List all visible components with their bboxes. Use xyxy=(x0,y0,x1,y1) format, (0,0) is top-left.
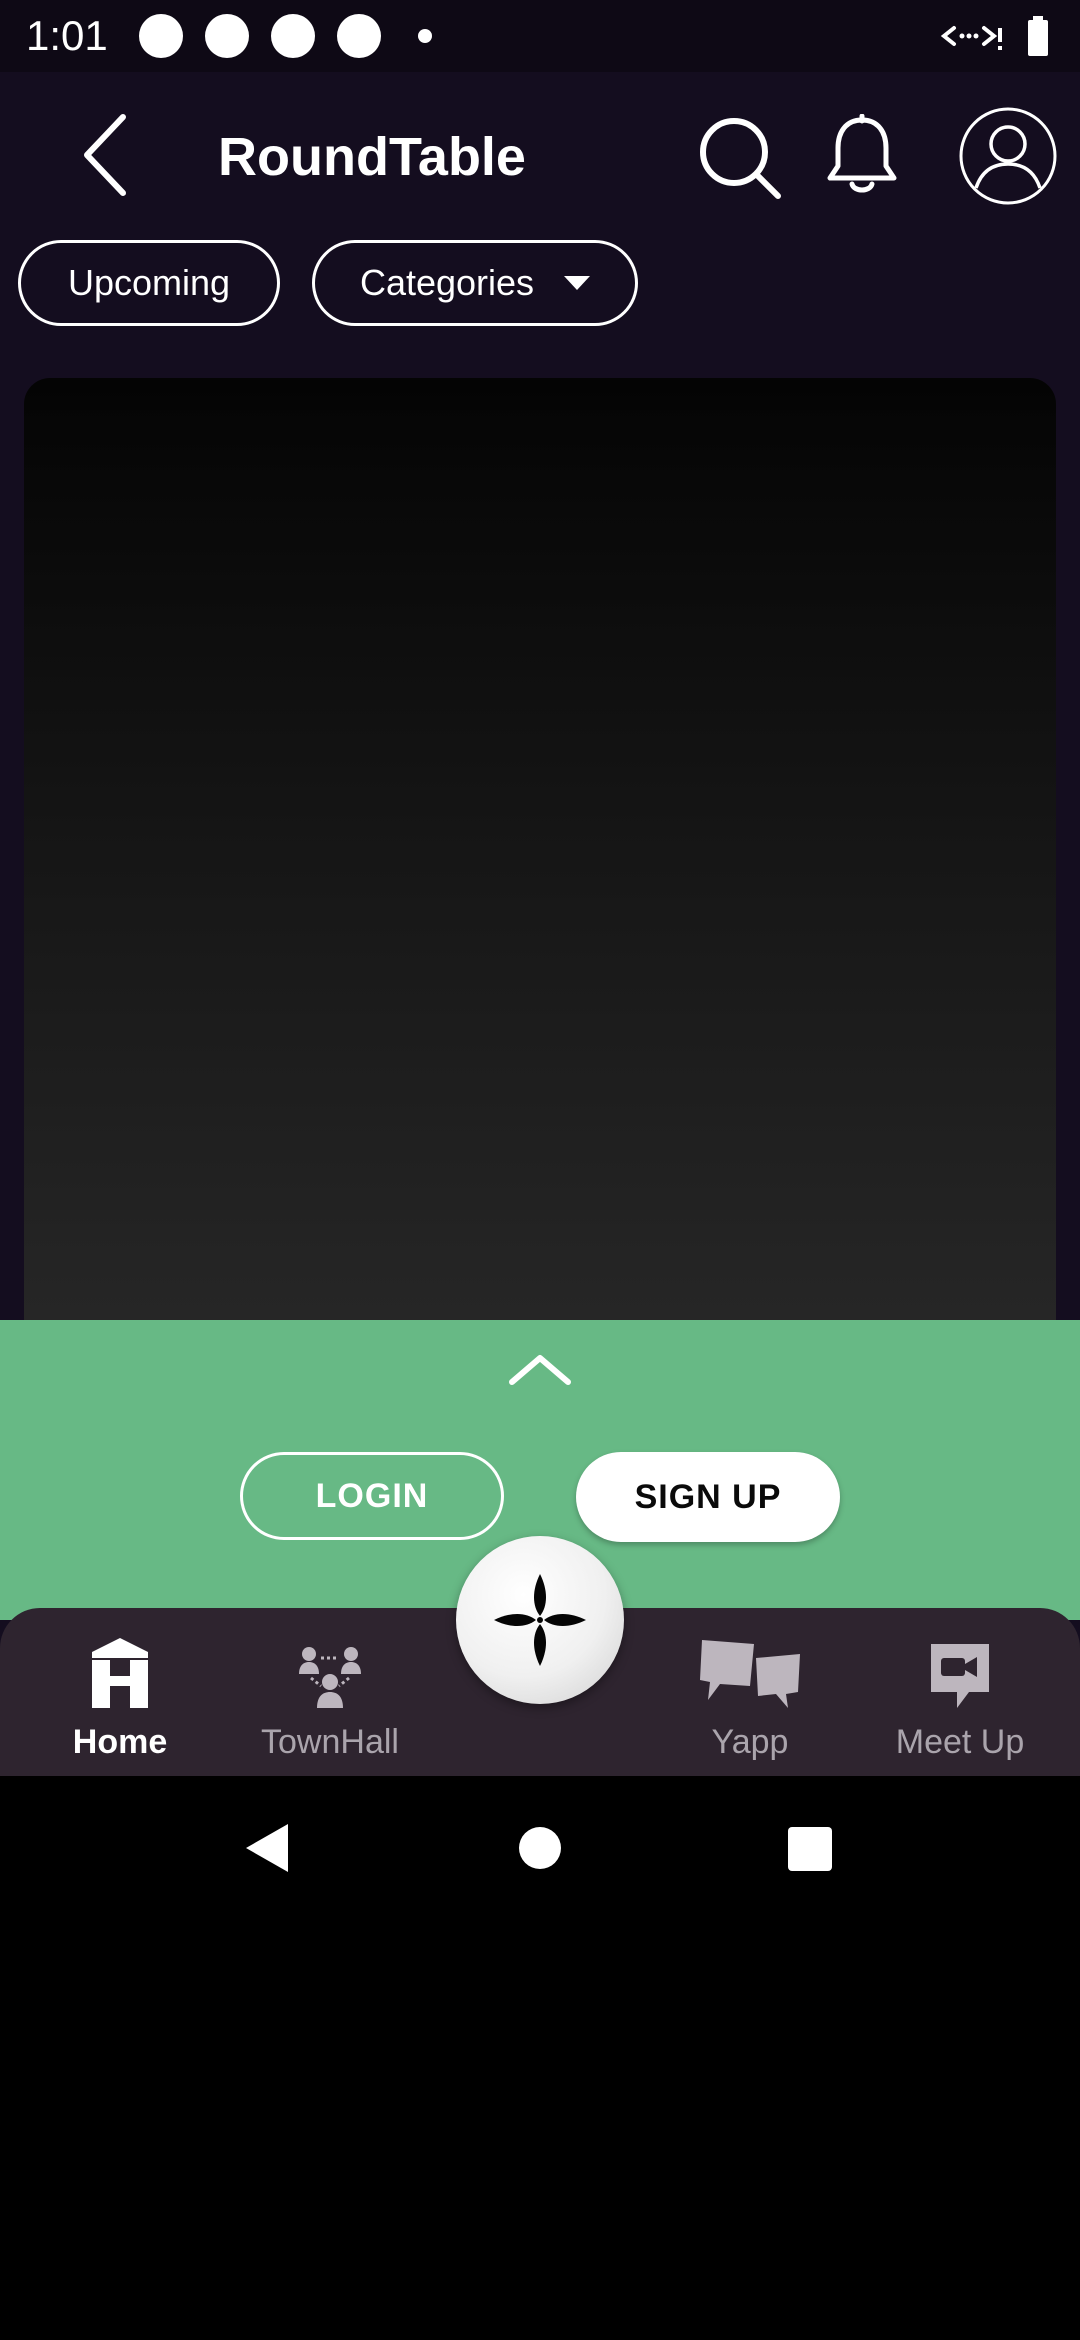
system-navigation-bar xyxy=(0,1776,1080,1916)
categories-dropdown[interactable]: Categories xyxy=(312,240,638,326)
notifications-button[interactable] xyxy=(818,112,906,200)
login-button-label: LOGIN xyxy=(315,1476,429,1515)
notification-dot-icon xyxy=(205,14,249,58)
center-action-button[interactable] xyxy=(456,1536,624,1704)
back-button[interactable] xyxy=(66,110,142,200)
profile-button[interactable] xyxy=(956,104,1060,208)
status-time: 1:01 xyxy=(26,12,108,59)
signup-button[interactable]: SIGN UP xyxy=(576,1452,840,1542)
categories-dropdown-label: Categories xyxy=(359,262,535,303)
nav-item-yapp[interactable]: Yapp xyxy=(680,1620,820,1770)
signup-button-label: SIGN UP xyxy=(634,1477,782,1516)
nav-item-meetup-label: Meet Up xyxy=(895,1723,1025,1761)
system-home-icon[interactable] xyxy=(518,1826,562,1870)
status-bar: 1:01 xyxy=(0,0,1080,72)
page-title: RoundTable xyxy=(218,127,526,187)
notification-dot-icon xyxy=(139,14,183,58)
system-back-icon[interactable] xyxy=(244,1822,290,1874)
caret-down-icon xyxy=(564,276,591,290)
upcoming-filter-chip[interactable]: Upcoming xyxy=(18,240,280,326)
sparkle-icon xyxy=(494,1574,586,1666)
meetup-icon xyxy=(931,1644,989,1708)
chevron-up-icon[interactable] xyxy=(508,1348,572,1388)
nav-item-meetup[interactable]: Meet Up xyxy=(880,1620,1040,1770)
yapp-icon xyxy=(700,1640,800,1708)
top-app-bar xyxy=(0,72,1080,242)
app-screen: 1:01 RoundTable Upcoming Categories LOGI… xyxy=(0,0,1080,2340)
back-arrow-icon xyxy=(84,114,126,196)
more-notifications-dot-icon xyxy=(418,29,432,43)
search-icon xyxy=(700,118,781,199)
signal-battery-icon xyxy=(940,16,1048,56)
bell-icon xyxy=(827,114,897,193)
notification-dot-icon xyxy=(271,14,315,58)
profile-icon xyxy=(959,107,1057,205)
notification-dot-icon xyxy=(337,14,381,58)
home-icon xyxy=(92,1638,148,1708)
upcoming-filter-label: Upcoming xyxy=(67,262,231,303)
system-recents-icon[interactable] xyxy=(787,1826,833,1872)
nav-item-home-label: Home xyxy=(72,1723,168,1761)
search-button[interactable] xyxy=(692,110,788,206)
townhall-icon xyxy=(299,1647,361,1708)
nav-item-townhall-label: TownHall xyxy=(261,1723,399,1761)
nav-item-yapp-label: Yapp xyxy=(711,1723,789,1761)
nav-item-townhall[interactable]: TownHall xyxy=(250,1620,410,1770)
login-button[interactable]: LOGIN xyxy=(240,1452,504,1540)
content-card[interactable] xyxy=(24,378,1056,1378)
nav-item-home[interactable]: Home xyxy=(60,1620,180,1770)
